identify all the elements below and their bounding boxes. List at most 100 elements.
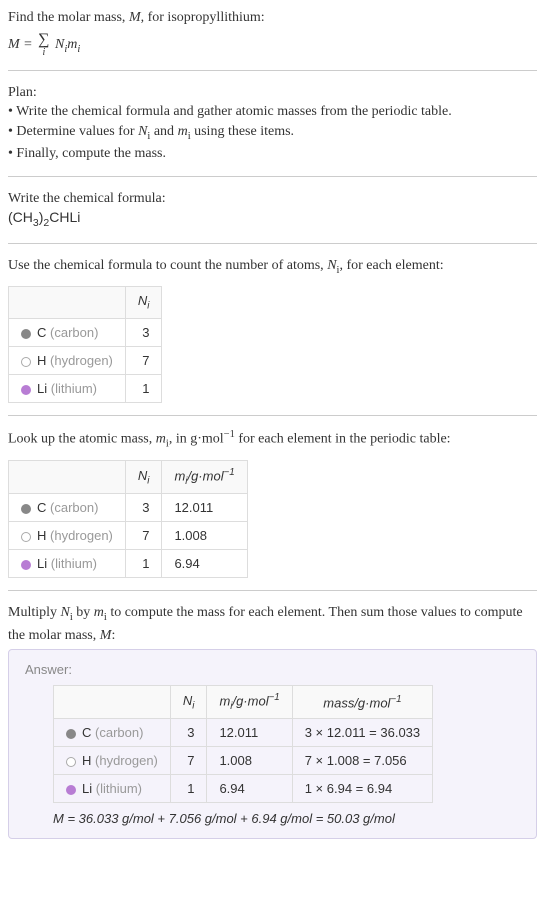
lithium-count: 1 (125, 375, 162, 403)
table-row: H (hydrogen) 7 1.008 7 × 1.008 = 7.056 (54, 747, 433, 775)
plan-bullet-2: • Determine values for Ni and mi using t… (8, 122, 537, 144)
lithium-dot-icon (21, 560, 31, 570)
carbon-cell: C (carbon) (54, 719, 171, 747)
mass-header-sup: −1 (390, 694, 401, 705)
lookup-sup: −1 (224, 429, 235, 440)
answer-table: Ni mi/g·mol−1 mass/g·mol−1 C (carbon) 3 … (53, 685, 433, 803)
table-row: Li (lithium) 1 (9, 375, 162, 403)
carbon-mass: 12.011 (162, 494, 247, 522)
lookup-suffix: for each element in the periodic table: (235, 432, 451, 447)
lithium-mass-calc: 1 × 6.94 = 6.94 (292, 775, 432, 803)
intro-prefix: Find the molar mass, (8, 10, 129, 25)
hydrogen-dot-icon (66, 757, 76, 767)
hydrogen-mass: 1.008 (162, 522, 247, 550)
hydrogen-cell: H (hydrogen) (9, 522, 126, 550)
formula-m-sub: i (77, 44, 80, 55)
mi-header: mi/g·mol−1 (162, 461, 247, 494)
lithium-symbol: Li (37, 381, 47, 396)
carbon-count: 3 (125, 319, 162, 347)
hydrogen-symbol: H (82, 753, 91, 768)
mi-header: mi/g·mol−1 (207, 686, 292, 719)
chem-formula-section: Write the chemical formula: (CH3)2CHLi (8, 189, 537, 231)
molar-mass-formula: M = ∑i Nimi (8, 32, 537, 58)
plan-b2-suffix: using these items. (191, 124, 294, 139)
lithium-cell: Li (lithium) (9, 375, 126, 403)
count-text: Use the chemical formula to count the nu… (8, 256, 537, 278)
lithium-dot-icon (21, 385, 31, 395)
ni-header: Ni (125, 461, 162, 494)
formula-lhs: M (8, 37, 20, 52)
divider (8, 243, 537, 244)
empty-header (54, 686, 171, 719)
count-prefix: Use the chemical formula to count the nu… (8, 258, 327, 273)
mi-header-var: m (219, 693, 230, 708)
hydrogen-mass: 1.008 (207, 747, 292, 775)
hydrogen-dot-icon (21, 532, 31, 542)
formula-n: N (55, 37, 64, 52)
ni-header-var: N (183, 693, 192, 708)
intro-text: Find the molar mass, M, for isopropyllit… (8, 8, 537, 28)
sum-index: i (38, 48, 49, 58)
count-section: Use the chemical formula to count the nu… (8, 256, 537, 403)
plan-title: Plan: (8, 83, 537, 103)
lookup-mid: , in g·mol (169, 432, 224, 447)
lithium-symbol: Li (82, 781, 92, 796)
ni-header-sub: i (147, 475, 149, 486)
ni-header-sub: i (192, 700, 194, 711)
intro-suffix: , for isopropyllithium: (141, 10, 265, 25)
compute-var3: M (100, 628, 112, 643)
ni-header: Ni (170, 686, 207, 719)
compute-prefix: Multiply (8, 605, 61, 620)
hydrogen-name: (hydrogen) (50, 528, 113, 543)
carbon-dot-icon (66, 729, 76, 739)
hydrogen-symbol: H (37, 353, 46, 368)
plan-b2-prefix: • Determine values for (8, 124, 138, 139)
count-suffix: , for each element: (339, 258, 443, 273)
compute-text: Multiply Ni by mi to compute the mass fo… (8, 603, 537, 645)
hydrogen-name: (hydrogen) (95, 753, 158, 768)
ni-header-var: N (138, 293, 147, 308)
mi-header-unit: /g·mol (232, 693, 268, 708)
table-row: Li (lithium) 1 6.94 1 × 6.94 = 6.94 (54, 775, 433, 803)
lithium-count: 1 (170, 775, 207, 803)
carbon-symbol: C (37, 500, 46, 515)
sigma-icon: ∑ (38, 31, 49, 48)
carbon-name: (carbon) (50, 325, 98, 340)
carbon-symbol: C (82, 725, 91, 740)
carbon-mass: 12.011 (207, 719, 292, 747)
table-row: Li (lithium) 1 6.94 (9, 550, 248, 578)
hydrogen-dot-icon (21, 357, 31, 367)
divider (8, 176, 537, 177)
final-text: = 36.033 g/mol + 7.056 g/mol + 6.94 g/mo… (64, 811, 395, 826)
hydrogen-count: 7 (125, 347, 162, 375)
mi-header-unit: /g·mol (187, 468, 223, 483)
lookup-prefix: Look up the atomic mass, (8, 432, 156, 447)
chem-p1: (CH (8, 209, 33, 225)
lithium-cell: Li (lithium) (9, 550, 126, 578)
hydrogen-count: 7 (125, 522, 162, 550)
formula-eq: = (20, 37, 36, 52)
ni-header-sub: i (147, 301, 149, 312)
lithium-name: (lithium) (96, 781, 142, 796)
table-header-row: Ni mi/g·mol−1 mass/g·mol−1 (54, 686, 433, 719)
carbon-cell: C (carbon) (9, 319, 126, 347)
compute-section: Multiply Ni by mi to compute the mass fo… (8, 603, 537, 839)
intro-var-m: M (129, 10, 141, 25)
lithium-dot-icon (66, 785, 76, 795)
hydrogen-cell: H (hydrogen) (54, 747, 171, 775)
intro-section: Find the molar mass, M, for isopropyllit… (8, 8, 537, 58)
carbon-mass-calc: 3 × 12.011 = 36.033 (292, 719, 432, 747)
mass-header-text: mass/g·mol (323, 695, 390, 710)
formula-m: m (67, 37, 77, 52)
compute-suffix: : (111, 628, 115, 643)
lithium-name: (lithium) (51, 556, 97, 571)
empty-header (9, 287, 126, 319)
hydrogen-cell: H (hydrogen) (9, 347, 126, 375)
ni-header: Ni (125, 287, 162, 319)
carbon-name: (carbon) (95, 725, 143, 740)
answer-box: Answer: Ni mi/g·mol−1 mass/g·mol−1 C (ca… (8, 649, 537, 839)
plan-b2-mid: and (150, 124, 177, 139)
sum-symbol: ∑i (38, 32, 49, 58)
divider (8, 590, 537, 591)
carbon-symbol: C (37, 325, 46, 340)
